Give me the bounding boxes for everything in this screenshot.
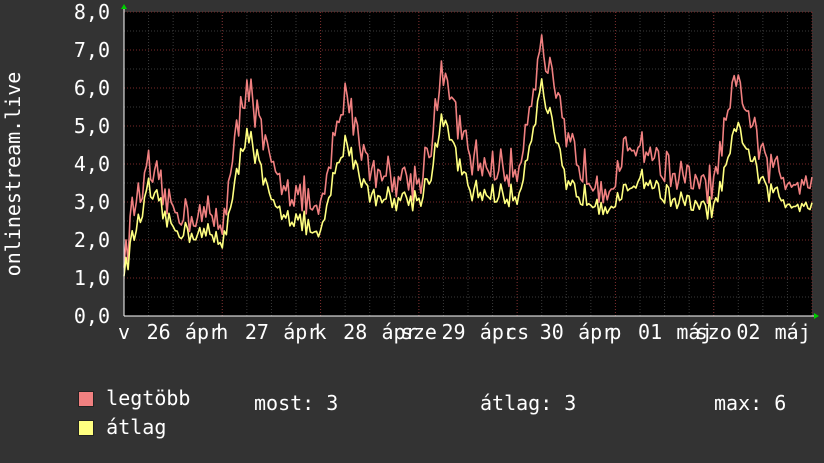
legend-label-avg: átlag [106,415,167,439]
x-tick-label: p [609,320,621,344]
stat-current: most: 3 [254,391,339,415]
x-tick-label: 30 [540,320,564,344]
line-chart: 0,01,02,03,04,05,06,07,08,0v 26 áprh 27 áprk… [1,0,819,344]
x-tick-label: 27 [245,320,269,344]
y-tick-label: 7,0 [74,38,110,62]
y-tick-label: 3,0 [74,190,110,214]
x-tick-label: k [315,320,327,344]
x-tick-label: 02 [736,320,760,344]
x-tick-label: 26 [147,320,171,344]
y-tick-label: 0,0 [74,304,110,328]
y-tick-label: 4,0 [74,152,110,176]
x-tick-label: h [216,320,228,344]
stat-average: átlag: 3 [480,391,577,415]
x-axis-arrow-icon [814,313,819,319]
chart-stage: 0,0 1,0 2,0 3,0 4,0 5,0 6,0 7,0 8,0 v 26 ápr h 27 ápr k… [0,0,824,439]
y-tick-label: 1,0 [74,266,110,290]
x-tick-label: máj [775,320,811,344]
y-tick-label: 5,0 [74,114,110,138]
x-tick-label: sze [401,320,437,344]
y-tick-label: 6,0 [74,76,110,100]
legend-swatch-avg [78,420,95,436]
y-tick-label: 2,0 [74,228,110,252]
x-tick-label: 28 [343,320,367,344]
x-tick-label: 01 [638,320,662,344]
y-tick-label: 8,0 [74,0,110,24]
y-axis-label: onlinestream.live [1,72,25,277]
x-tick-label: 29 [441,320,465,344]
x-tick-label: cs [505,320,529,344]
y-axis-arrow-icon [121,4,127,9]
x-tick-label: v [118,320,130,344]
x-tick-label: szo [696,320,732,344]
stat-maximum: max: 6 [714,391,787,415]
legend-item-avg: átlag [30,391,166,463]
